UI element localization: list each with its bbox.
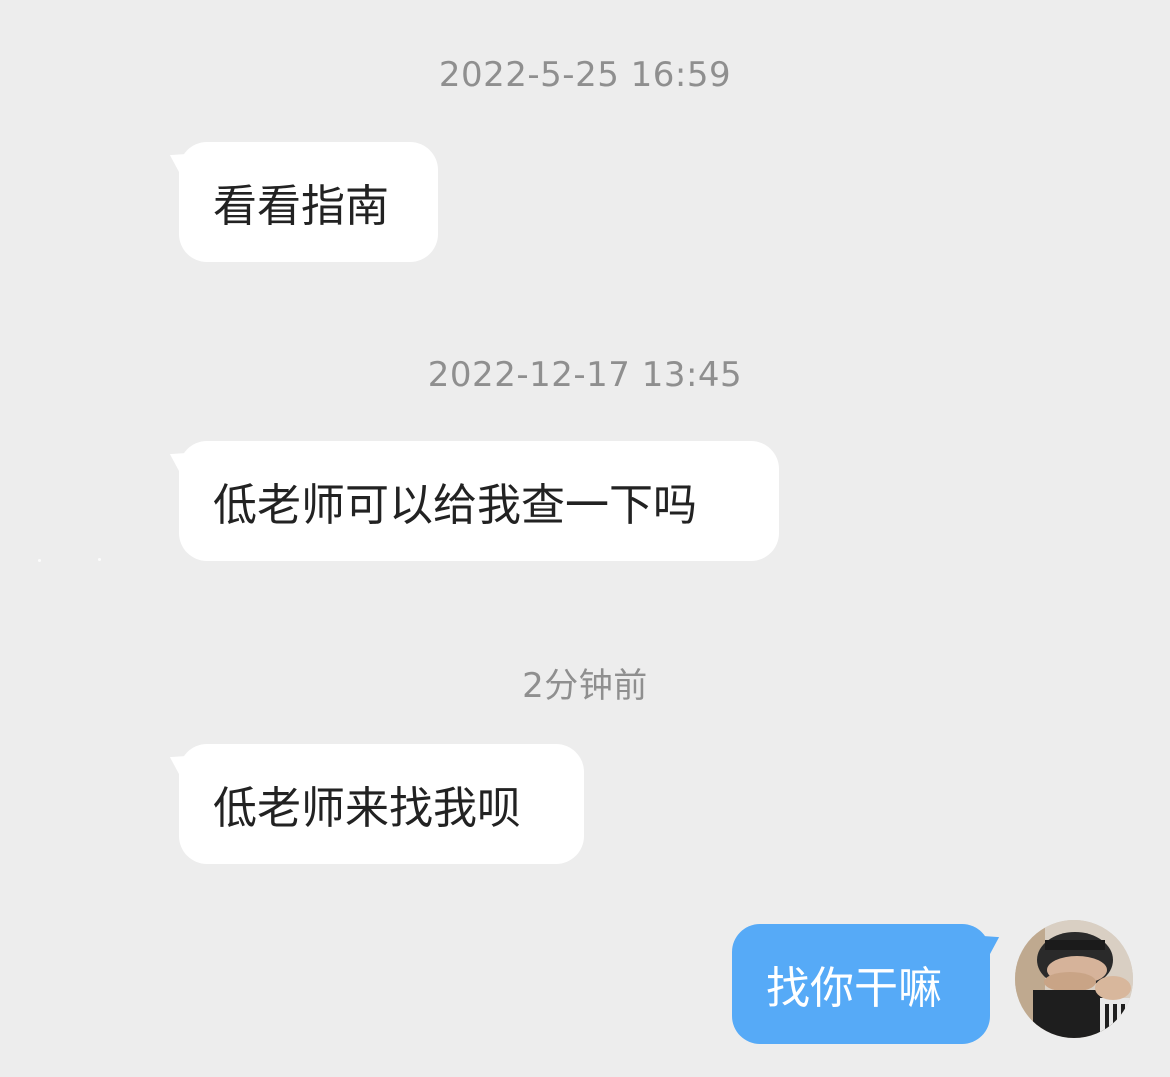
message-text: 看看指南 (213, 181, 389, 232)
message-text: 找你干嘛 (766, 963, 942, 1014)
message-timestamp: 2分钟前 (522, 666, 648, 706)
message-timestamp: 2022-12-17 13:45 (427, 355, 743, 395)
bubble-tail (164, 749, 190, 779)
background-speck (38, 559, 41, 562)
incoming-message-bubble[interactable]: 低老师可以给我查一下吗 (164, 441, 779, 561)
message-text: 低老师来找我呗 (213, 783, 521, 834)
message-timestamp: 2022-5-25 16:59 (438, 55, 732, 95)
message-text: 低老师可以给我查一下吗 (213, 480, 697, 531)
background-speck (98, 558, 101, 561)
outgoing-message-bubble[interactable]: 找你干嘛 (732, 924, 1005, 1044)
incoming-message-bubble[interactable]: 看看指南 (164, 142, 438, 262)
avatar-photo-icon (1015, 920, 1133, 1038)
incoming-message-bubble[interactable]: 低老师来找我呗 (164, 744, 584, 864)
bubble-tail (979, 929, 1005, 959)
user-avatar[interactable] (1015, 920, 1133, 1038)
bubble-tail (164, 446, 190, 476)
chat-conversation: 2022-5-25 16:59 看看指南 2022-12-17 13:45 低老… (0, 0, 1170, 1077)
bubble-tail (164, 147, 190, 177)
